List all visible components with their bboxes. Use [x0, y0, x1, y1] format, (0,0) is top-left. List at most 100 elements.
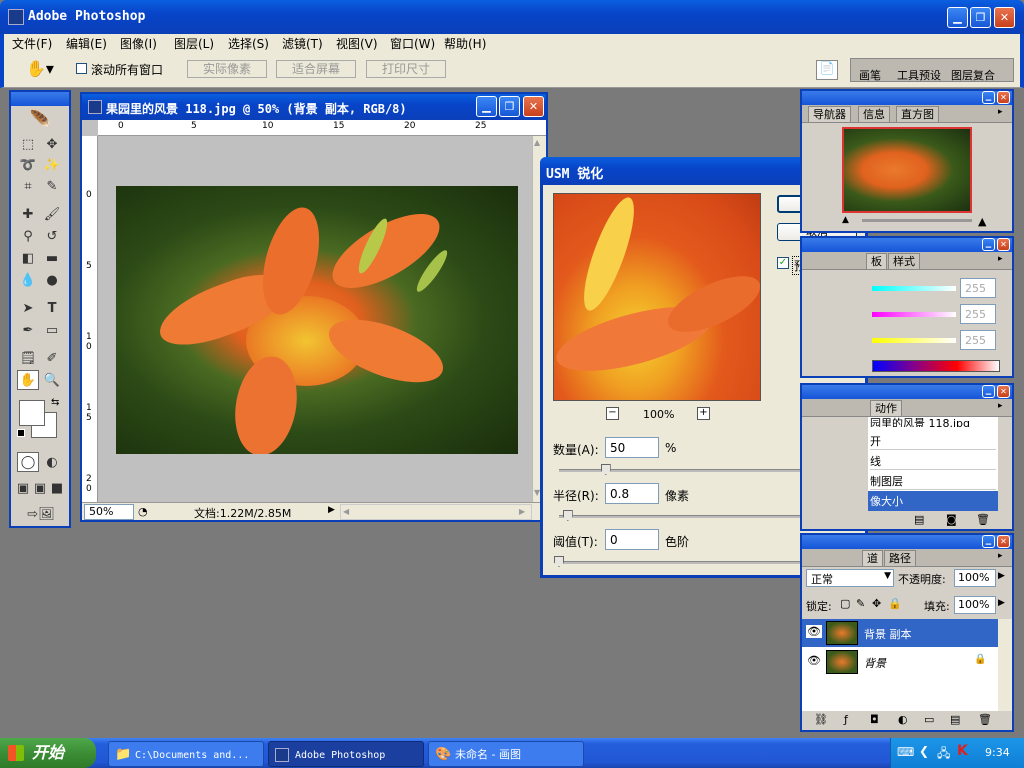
history-brush-icon[interactable]: ↺ [41, 226, 63, 246]
magic-wand-tool-icon[interactable]: ✨ [41, 155, 63, 175]
document-close-button[interactable]: ✕ [523, 96, 544, 117]
scroll-left-arrow-icon[interactable]: ◀ [343, 507, 349, 516]
lock-brush-icon[interactable]: ✎ [856, 597, 865, 610]
fit-screen-button[interactable]: 适合屏幕 [276, 60, 356, 78]
well-tab-tool-presets[interactable]: 工具预设 [897, 67, 941, 83]
taskbar-item-explorer[interactable]: 📁 C:\Documents and... [108, 741, 264, 767]
history-close-button[interactable]: ✕ [997, 385, 1010, 398]
print-size-button[interactable]: 打印尺寸 [366, 60, 446, 78]
history-minimize-button[interactable]: ▁ [982, 385, 995, 398]
panel-menu-icon[interactable]: ▸ [998, 107, 1003, 117]
layers-scrollbar[interactable] [998, 619, 1012, 711]
quickmask-mode-icon[interactable]: ◐ [41, 452, 63, 472]
document-horizontal-scrollbar[interactable]: ◀ ▶ [340, 504, 532, 520]
new-snapshot-icon[interactable]: ◙ [946, 513, 957, 526]
adjustment-layer-icon[interactable]: ◐ [898, 713, 908, 726]
menu-filter[interactable]: 滤镜(T) [282, 35, 323, 52]
red-slider[interactable] [872, 286, 956, 291]
preview-checkbox[interactable]: ✓ [777, 257, 789, 269]
menu-view[interactable]: 视图(V) [336, 35, 378, 52]
well-tab-layer-comps[interactable]: 图层复合 [951, 67, 995, 83]
green-slider[interactable] [872, 312, 956, 317]
fill-arrow-icon[interactable]: ▶ [998, 598, 1005, 608]
dodge-tool-icon[interactable]: ● [41, 270, 63, 290]
delete-layer-icon[interactable]: 🗑 [978, 713, 992, 726]
healing-brush-icon[interactable]: ✚ [17, 204, 39, 224]
navigator-close-button[interactable]: ✕ [997, 91, 1010, 104]
add-mask-icon[interactable]: ◘ [870, 713, 879, 726]
start-button[interactable]: 开始 [0, 738, 96, 768]
layers-minimize-button[interactable]: ▁ [982, 535, 995, 548]
brush-tool-icon[interactable]: 🖌 [41, 204, 63, 224]
canvas-image[interactable] [116, 186, 518, 454]
layer-name[interactable]: 背景 副本 [864, 626, 912, 642]
screen-mode-standard-icon[interactable]: ▣ [15, 478, 31, 498]
eye-icon[interactable]: 👁 [806, 625, 822, 638]
tab-navigator[interactable]: 导航器 [808, 106, 851, 122]
panel-menu-icon[interactable]: ▸ [998, 551, 1003, 561]
navigator-zoom-in-icon[interactable]: ▲ [978, 215, 986, 228]
opacity-input[interactable]: 100% [954, 569, 996, 587]
hand-tool-icon[interactable]: ✋ [17, 370, 39, 390]
blend-mode-select[interactable]: 正常 ▼ [806, 569, 894, 587]
tab-info[interactable]: 信息 [858, 106, 890, 122]
swap-colors-icon[interactable]: ⇆ [51, 397, 59, 408]
link-layers-icon[interactable]: ⛓ [814, 713, 828, 726]
layers-close-button[interactable]: ✕ [997, 535, 1010, 548]
type-tool-icon[interactable]: T [41, 298, 63, 318]
hand-tool-preset-icon[interactable]: ✋▾ [26, 59, 54, 78]
tab-paths[interactable]: 路径 [884, 550, 916, 566]
scroll-right-arrow-icon[interactable]: ▶ [519, 507, 525, 516]
foreground-color-swatch[interactable] [19, 400, 45, 426]
shape-tool-icon[interactable]: ▭ [41, 320, 63, 340]
minimize-button[interactable]: ▁ [947, 7, 968, 28]
zoom-out-button[interactable]: − [606, 407, 619, 420]
navigator-thumbnail[interactable] [842, 127, 972, 213]
screen-mode-full-icon[interactable]: ■ [49, 478, 65, 498]
history-trash-icon[interactable]: 🗑 [976, 513, 990, 526]
lock-transparent-icon[interactable]: ▢ [840, 597, 850, 610]
tab-channels[interactable]: 道 [862, 550, 883, 566]
antivirus-icon[interactable]: K [957, 743, 968, 759]
color-minimize-button[interactable]: ▁ [982, 238, 995, 251]
threshold-input[interactable]: 0 [605, 529, 659, 550]
network-icon[interactable]: 🖧 [937, 744, 950, 765]
layer-name[interactable]: 背景 [864, 655, 886, 671]
zoom-in-button[interactable]: + [697, 407, 710, 420]
file-browser-icon[interactable]: 📄 [816, 60, 838, 80]
usm-preview-image[interactable] [553, 193, 761, 401]
menu-edit[interactable]: 编辑(E) [66, 35, 107, 52]
path-select-tool-icon[interactable]: ➤ [17, 298, 39, 318]
maximize-button[interactable]: ❐ [970, 7, 991, 28]
navigator-zoom-slider[interactable] [862, 219, 972, 222]
navigator-zoom-out-icon[interactable]: ▲ [842, 215, 849, 225]
scroll-all-checkbox[interactable] [76, 63, 87, 74]
status-popup-icon[interactable]: ◔ [138, 505, 148, 518]
menu-file[interactable]: 文件(F) [12, 35, 52, 52]
eraser-tool-icon[interactable]: ◧ [17, 248, 39, 268]
slice-tool-icon[interactable]: ✎ [41, 176, 63, 196]
pen-tool-icon[interactable]: ✒ [17, 320, 39, 340]
taskbar-item-photoshop[interactable]: Adobe Photoshop [268, 741, 424, 767]
panel-menu-icon[interactable]: ▸ [998, 254, 1003, 264]
lock-move-icon[interactable]: ✥ [872, 597, 881, 610]
lasso-tool-icon[interactable]: ➰ [17, 155, 39, 175]
layer-row[interactable]: 👁 背景 副本 [802, 619, 998, 647]
blue-slider[interactable] [872, 338, 956, 343]
notes-tool-icon[interactable]: 🗒 [17, 348, 39, 368]
menu-window[interactable]: 窗口(W) [390, 35, 435, 52]
history-item[interactable]: 制图层 [870, 473, 996, 490]
history-item[interactable]: 线 [870, 453, 996, 470]
radius-input[interactable]: 0.8 [605, 483, 659, 504]
lock-all-icon[interactable]: 🔒 [888, 597, 902, 610]
history-snapshot[interactable]: 园里的风景 118.jpg [870, 415, 970, 427]
menu-select[interactable]: 选择(S) [228, 35, 269, 52]
layer-style-icon[interactable]: ƒ [844, 713, 848, 726]
zoom-field[interactable]: 50% [84, 504, 134, 520]
canvas-area[interactable] [98, 136, 532, 502]
close-button[interactable]: ✕ [994, 7, 1015, 28]
menu-layer[interactable]: 图层(L) [174, 35, 214, 52]
tab-styles[interactable]: 样式 [888, 253, 920, 269]
tab-actions[interactable]: 动作 [870, 400, 902, 416]
history-item[interactable]: 开 [870, 433, 996, 450]
